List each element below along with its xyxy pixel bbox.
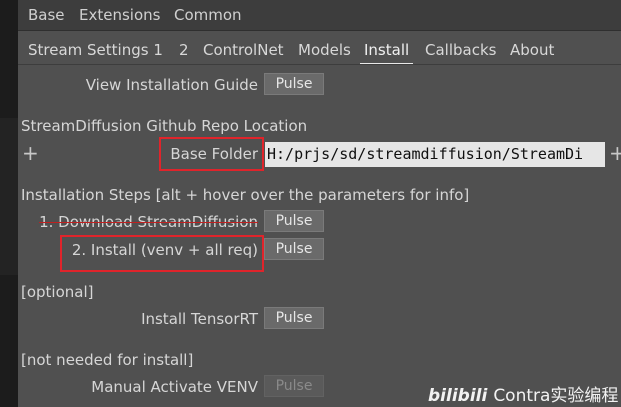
bilibili-logo: bilibili [428, 386, 488, 406]
component-panel: Base Extensions Common Stream Settings 1… [18, 0, 621, 407]
menu-bar: Base Extensions Common [18, 0, 621, 31]
left-strip [0, 0, 18, 407]
tab-install[interactable]: Install [359, 41, 414, 65]
menu-common[interactable]: Common [174, 6, 242, 24]
tab-separator [18, 64, 621, 65]
menu-base[interactable]: Base [28, 6, 65, 24]
base-folder-field[interactable]: H:/prjs/sd/streamdiffusion/StreamDi [265, 142, 605, 167]
not-needed-heading: [not needed for install] [21, 351, 194, 369]
step2-highlight [60, 235, 264, 272]
tab-bar: Stream Settings 1 2 ControlNet Models In… [18, 38, 621, 65]
venv-pulse-button[interactable]: Pulse [264, 375, 324, 397]
tab-callbacks[interactable]: Callbacks [425, 41, 496, 59]
tensorrt-pulse-button[interactable]: Pulse [264, 307, 324, 329]
view-guide-label: View Installation Guide [85, 76, 258, 94]
repo-heading: StreamDiffusion Github Repo Location [21, 117, 308, 135]
watermark-text: Contra实验编程 [493, 386, 619, 406]
step1-pulse-button[interactable]: Pulse [264, 210, 324, 232]
view-guide-pulse-button[interactable]: Pulse [264, 73, 324, 95]
venv-label: Manual Activate VENV [91, 378, 258, 396]
menu-extensions[interactable]: Extensions [79, 6, 160, 24]
add-icon-right[interactable]: + [609, 143, 621, 163]
steps-heading: Installation Steps [alt + hover over the… [21, 186, 470, 204]
step1-label: 1. Download StreamDiffusion [39, 213, 258, 231]
optional-heading: [optional] [21, 283, 94, 301]
step2-pulse-button[interactable]: Pulse [264, 238, 324, 260]
tab-controlnet[interactable]: ControlNet [203, 41, 284, 59]
tab-stream-settings-1[interactable]: Stream Settings 1 [28, 41, 163, 59]
base-folder-highlight [159, 137, 264, 171]
left-strip-block [0, 118, 18, 275]
tab-models[interactable]: Models [298, 41, 351, 59]
tab-about[interactable]: About [510, 41, 554, 59]
tensorrt-label: Install TensorRT [141, 310, 258, 328]
tab-2[interactable]: 2 [179, 41, 189, 59]
watermark: bilibili Contra实验编程 [428, 381, 618, 406]
add-icon[interactable]: + [22, 143, 39, 163]
